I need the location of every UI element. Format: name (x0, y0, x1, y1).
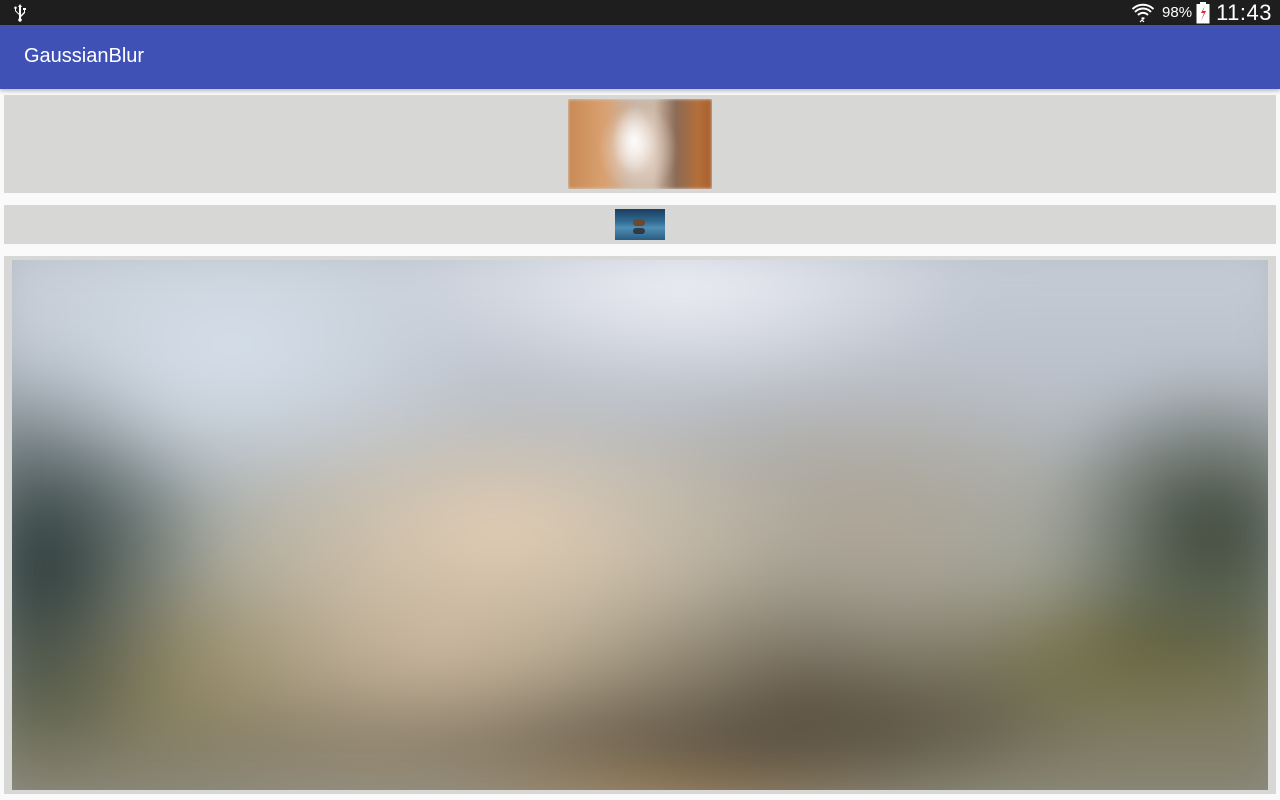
dog-reflection (633, 228, 645, 234)
dog-figure (633, 219, 645, 226)
clock: 11:43 (1216, 0, 1272, 25)
original-thumbnail-panel (4, 205, 1276, 244)
status-bar: 98% 11:43 (0, 0, 1280, 25)
app-bar: GaussianBlur (0, 25, 1280, 89)
blurred-image-large-content (12, 260, 1268, 790)
app-title: GaussianBlur (24, 45, 145, 67)
battery-icon (1196, 1, 1210, 23)
usb-icon (14, 4, 26, 22)
blurred-image-small-panel (4, 95, 1276, 193)
blurred-image-small[interactable] (568, 99, 712, 189)
blurred-image-large-panel (4, 256, 1276, 794)
blurred-image-large[interactable] (12, 260, 1268, 790)
original-thumbnail[interactable] (615, 209, 665, 240)
battery-percent: 98% (1162, 4, 1193, 21)
wifi-icon (1132, 3, 1155, 22)
blurred-image-small-content (568, 99, 712, 189)
